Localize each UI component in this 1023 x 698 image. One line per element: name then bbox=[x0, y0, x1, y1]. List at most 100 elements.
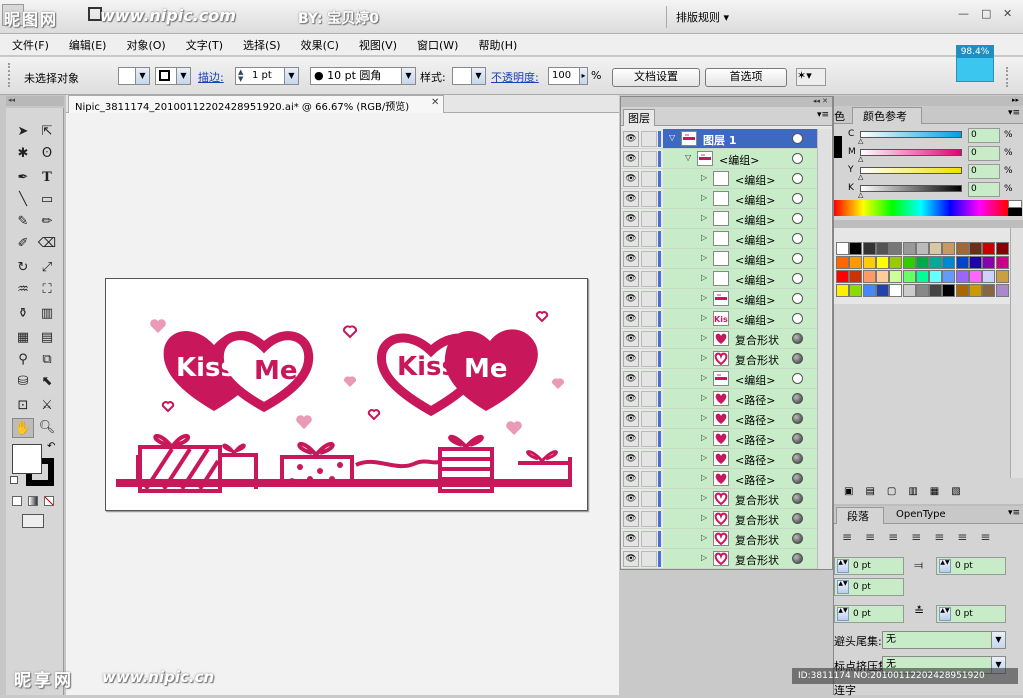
arrange-documents-icon[interactable]: ✶▾ bbox=[796, 68, 826, 86]
target-circle-icon[interactable] bbox=[792, 473, 803, 484]
restore-button[interactable]: □ bbox=[981, 7, 991, 20]
lock-toggle[interactable] bbox=[641, 471, 657, 487]
scale-tool-icon[interactable]: ⤢ bbox=[36, 258, 58, 278]
color-swatch[interactable] bbox=[955, 256, 969, 269]
screen-mode-icon[interactable] bbox=[22, 514, 44, 528]
lock-toggle[interactable] bbox=[641, 231, 657, 247]
tab-paragraph[interactable]: 段落 bbox=[836, 507, 884, 524]
color-swatch[interactable] bbox=[969, 242, 982, 255]
target-circle-icon[interactable] bbox=[792, 173, 803, 184]
lock-toggle[interactable] bbox=[641, 351, 657, 367]
blend-tool-icon[interactable]: ⧉ bbox=[36, 350, 58, 370]
eraser-tool-icon[interactable]: ⌫ bbox=[36, 234, 58, 254]
expand-right-icon[interactable]: ▷ bbox=[701, 513, 707, 522]
lasso-tool-icon[interactable]: ʘ bbox=[36, 144, 58, 164]
lock-toggle[interactable] bbox=[641, 171, 657, 187]
color-swatch[interactable] bbox=[902, 242, 916, 255]
black-chip[interactable] bbox=[1008, 208, 1022, 216]
color-swatch[interactable] bbox=[915, 242, 929, 255]
visibility-eye-icon[interactable]: 👁 bbox=[623, 291, 639, 307]
target-circle-icon[interactable] bbox=[792, 553, 803, 564]
artboard[interactable]: Kiss Me Kiss Me bbox=[105, 278, 588, 511]
default-colors-icon[interactable] bbox=[10, 476, 18, 484]
color-swatch[interactable] bbox=[836, 256, 849, 269]
swatches-scrollbar[interactable] bbox=[1010, 228, 1023, 478]
expand-right-icon[interactable]: ▷ bbox=[701, 313, 707, 322]
target-circle-icon[interactable] bbox=[792, 433, 803, 444]
channel-value[interactable]: 0 bbox=[968, 146, 1000, 161]
visibility-eye-icon[interactable]: 👁 bbox=[623, 311, 639, 327]
lock-toggle[interactable] bbox=[641, 131, 657, 147]
eyedropper-tool-icon[interactable]: ⚲ bbox=[12, 350, 34, 370]
rectangle-tool-icon[interactable]: ▭ bbox=[36, 190, 58, 210]
color-swatch[interactable] bbox=[982, 270, 996, 283]
artboard-tool-icon[interactable]: ⊡ bbox=[12, 396, 34, 416]
color-swatch[interactable] bbox=[982, 242, 996, 255]
symbol-sprayer-tool-icon[interactable]: ⚱ bbox=[12, 304, 34, 324]
slider-thumb-icon[interactable]: △ bbox=[858, 155, 863, 163]
channel-value[interactable]: 0 bbox=[968, 128, 1000, 143]
layer-row[interactable]: 👁 ▷ 复合形状 bbox=[621, 329, 817, 349]
color-swatch[interactable] bbox=[969, 256, 982, 269]
visibility-eye-icon[interactable]: 👁 bbox=[623, 131, 639, 147]
expand-right-icon[interactable]: ▷ bbox=[701, 533, 707, 542]
swatch-actions[interactable]: ▣▤▢▥▦▧ bbox=[844, 486, 973, 497]
visibility-eye-icon[interactable]: 👁 bbox=[623, 391, 639, 407]
free-transform-tool-icon[interactable]: ⛶ bbox=[36, 280, 58, 300]
hand-tool-icon[interactable]: ✋ bbox=[12, 418, 34, 438]
menu-window[interactable]: 窗口(W) bbox=[405, 34, 466, 53]
color-swatch[interactable] bbox=[942, 270, 956, 283]
opacity-label[interactable]: 不透明度: bbox=[491, 69, 539, 85]
color-swatch[interactable] bbox=[849, 242, 863, 255]
color-swatch[interactable] bbox=[995, 284, 1009, 297]
color-swatch[interactable] bbox=[929, 256, 943, 269]
layer-row[interactable]: 👁 ▷ <编组> bbox=[621, 269, 817, 289]
none-mode-icon[interactable] bbox=[44, 496, 54, 506]
space-after-field[interactable]: ▲▼ 0 pt bbox=[936, 605, 1006, 623]
stroke-label[interactable]: 描边: bbox=[198, 69, 224, 85]
visibility-eye-icon[interactable]: 👁 bbox=[623, 251, 639, 267]
target-circle-icon[interactable] bbox=[792, 253, 803, 264]
live-paint-bucket-tool-icon[interactable]: ⛁ bbox=[12, 372, 34, 392]
spinner-icon[interactable]: ▲▼ bbox=[837, 607, 849, 621]
color-swatch[interactable] bbox=[995, 256, 1009, 269]
expand-right-icon[interactable]: ▷ bbox=[701, 433, 707, 442]
target-circle-icon[interactable] bbox=[792, 233, 803, 244]
color-spectrum[interactable] bbox=[834, 200, 1008, 216]
lock-toggle[interactable] bbox=[641, 411, 657, 427]
toolbox-header[interactable]: ◂◂ bbox=[6, 96, 64, 106]
color-swatch[interactable] bbox=[995, 242, 1009, 255]
menu-view[interactable]: 视图(V) bbox=[347, 34, 405, 53]
visibility-eye-icon[interactable]: 👁 bbox=[623, 171, 639, 187]
first-line-indent-field[interactable]: ▲▼ 0 pt bbox=[834, 578, 904, 596]
layer-row[interactable]: 👁 ▷ 复合形状 bbox=[621, 489, 817, 509]
visibility-eye-icon[interactable]: 👁 bbox=[623, 191, 639, 207]
channel-slider[interactable] bbox=[860, 185, 962, 192]
panel-menu-icon[interactable]: ▾≡ bbox=[1008, 108, 1020, 118]
color-swatch[interactable] bbox=[902, 284, 916, 297]
color-swatch[interactable] bbox=[942, 284, 956, 297]
brush-select[interactable]: ● 10 pt 圆角 ▼ bbox=[310, 67, 416, 85]
color-swatch[interactable] bbox=[995, 270, 1009, 283]
panel-menu-icon[interactable]: ▾≡ bbox=[1008, 508, 1020, 518]
expand-down-icon[interactable]: ▽ bbox=[685, 153, 691, 162]
color-swatch[interactable] bbox=[862, 270, 876, 283]
menu-file[interactable]: 文件(F) bbox=[0, 34, 57, 53]
spinner-icon[interactable]: ▲▼ bbox=[837, 559, 849, 573]
pen-tool-icon[interactable]: ✒ bbox=[12, 168, 34, 188]
layer-row[interactable]: 👁 ▷ Kiss <编组> bbox=[621, 309, 817, 329]
color-swatch[interactable] bbox=[955, 242, 969, 255]
lock-toggle[interactable] bbox=[641, 531, 657, 547]
color-swatch[interactable] bbox=[875, 284, 889, 297]
target-circle-icon[interactable] bbox=[792, 373, 803, 384]
channel-slider[interactable] bbox=[860, 149, 962, 156]
visibility-eye-icon[interactable]: 👁 bbox=[623, 371, 639, 387]
target-circle-icon[interactable] bbox=[792, 293, 803, 304]
slice-tool-icon[interactable]: ⚔ bbox=[36, 396, 58, 416]
expand-right-icon[interactable]: ▷ bbox=[701, 193, 707, 202]
target-circle-icon[interactable] bbox=[792, 353, 803, 364]
swap-colors-icon[interactable]: ↶ bbox=[47, 441, 55, 452]
rotate-tool-icon[interactable]: ↻ bbox=[12, 258, 34, 278]
live-paint-selection-tool-icon[interactable]: ⬉ bbox=[36, 372, 58, 392]
document-tab[interactable]: Nipic_3811174_20100112202428951920.ai* @… bbox=[68, 95, 444, 113]
